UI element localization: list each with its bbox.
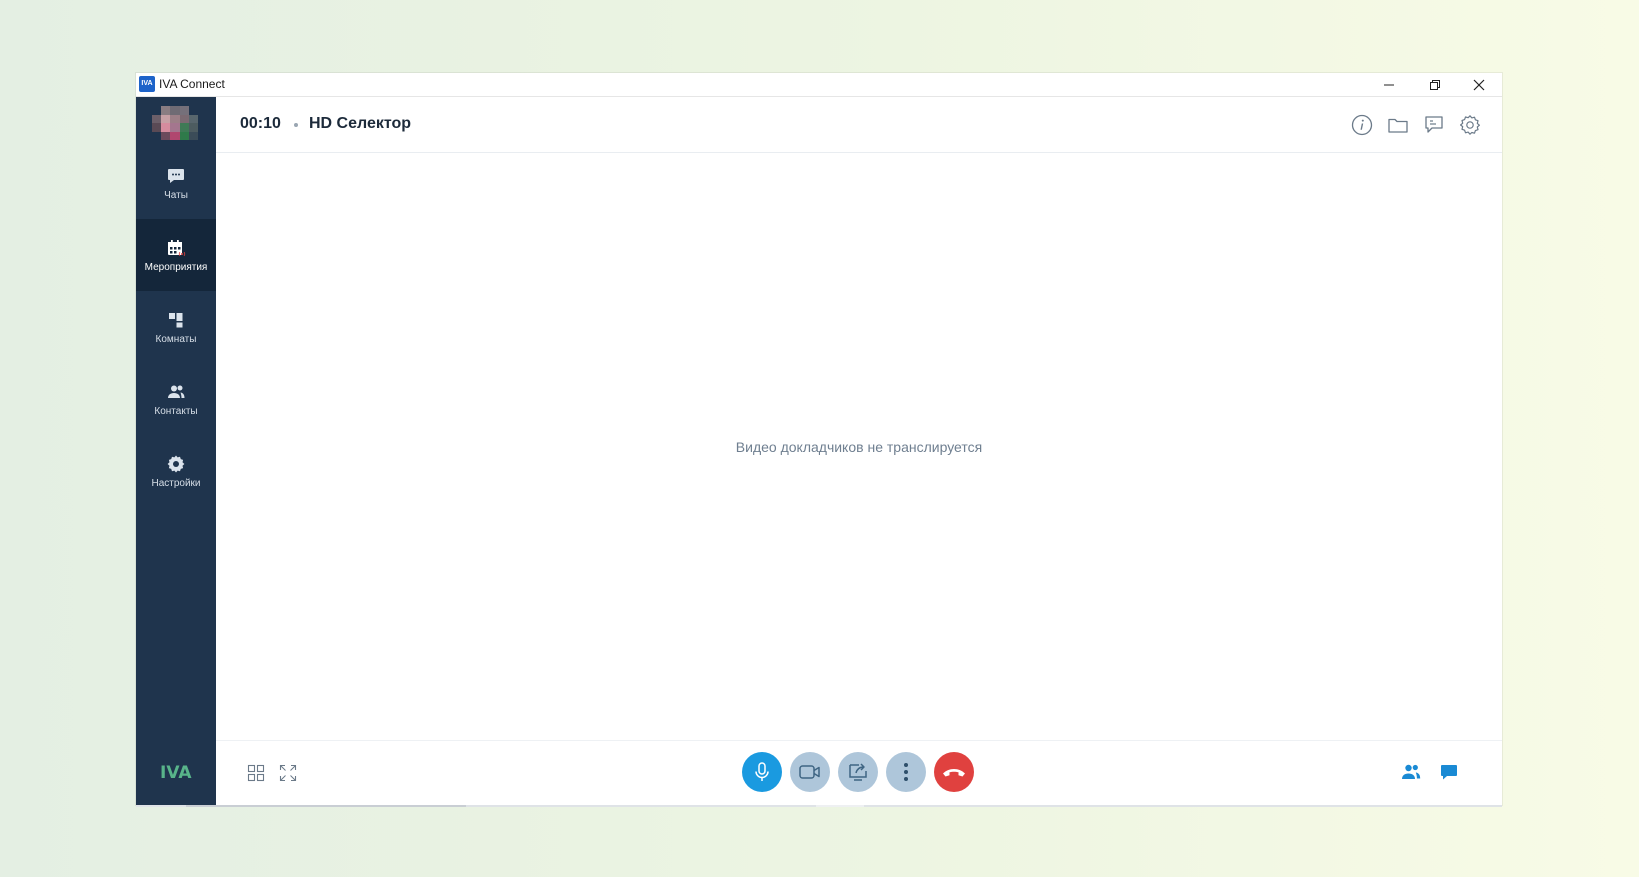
sidebar-item-contacts[interactable]: Контакты — [136, 363, 216, 435]
participants-icon[interactable] — [1400, 761, 1422, 783]
sidebar-item-chats[interactable]: Чаты — [136, 147, 216, 219]
sidebar: Чаты Мероприятия Комнаты Контакты Настро… — [136, 97, 216, 805]
contacts-icon — [168, 385, 185, 398]
minimize-icon — [1384, 84, 1394, 86]
sidebar-item-settings[interactable]: Настройки — [136, 435, 216, 507]
notes-icon[interactable] — [1422, 113, 1446, 137]
sidebar-item-label: Чаты — [164, 189, 188, 201]
minimize-button[interactable] — [1366, 73, 1412, 97]
rooms-icon — [169, 312, 183, 327]
info-icon[interactable] — [1350, 113, 1374, 137]
more-vertical-icon — [904, 763, 908, 781]
screen-share-icon — [849, 763, 867, 781]
microphone-icon — [755, 762, 769, 781]
conference-main: 00:10 HD Селектор Видео докладчиков не т… — [216, 97, 1502, 805]
chat-panel-icon[interactable] — [1438, 761, 1460, 783]
app-icon: IVA — [139, 76, 155, 92]
phone-hangup-icon — [943, 769, 965, 777]
call-timer: 00:10 — [240, 115, 281, 132]
fullscreen-icon[interactable] — [278, 763, 298, 783]
call-controls-bar — [216, 740, 1502, 805]
restore-icon — [1430, 80, 1440, 90]
app-window: IVA IVA Connect Чаты Мероприятия Комнаты… — [136, 73, 1502, 805]
avatar[interactable] — [152, 106, 198, 140]
sidebar-item-events[interactable]: Мероприятия — [136, 219, 216, 291]
more-options-button[interactable] — [886, 752, 926, 792]
restore-button[interactable] — [1412, 73, 1458, 97]
bottom-scroll-indicator — [136, 805, 1502, 807]
sidebar-item-label: Контакты — [154, 405, 198, 417]
close-icon — [1473, 79, 1485, 91]
no-video-message: Видео докладчиков не транслируется — [735, 439, 983, 455]
sidebar-item-label: Мероприятия — [144, 261, 208, 273]
sidebar-item-label: Комнаты — [155, 333, 197, 345]
calendar-live-icon — [168, 239, 186, 256]
chat-icon — [168, 168, 184, 183]
sidebar-item-rooms[interactable]: Комнаты — [136, 291, 216, 363]
camera-button[interactable] — [790, 752, 830, 792]
window-title: IVA Connect — [159, 77, 225, 91]
folder-icon[interactable] — [1386, 113, 1410, 137]
conference-title: HD Селектор — [309, 115, 412, 132]
sidebar-item-label: Настройки — [151, 477, 201, 489]
settings-gear-icon — [167, 455, 185, 472]
settings-icon[interactable] — [1458, 113, 1482, 137]
hang-up-button[interactable] — [934, 752, 974, 792]
title-bar: IVA IVA Connect — [136, 73, 1502, 97]
video-stage: Видео докладчиков не транслируется — [216, 154, 1502, 740]
microphone-button[interactable] — [742, 752, 782, 792]
screen-share-button[interactable] — [838, 752, 878, 792]
separator-dot — [294, 123, 298, 127]
iva-logo: IVA — [160, 763, 192, 783]
camera-icon — [799, 765, 820, 779]
close-window-button[interactable] — [1456, 73, 1502, 97]
grid-layout-icon[interactable] — [246, 763, 266, 783]
conference-header: 00:10 HD Селектор — [216, 97, 1502, 153]
